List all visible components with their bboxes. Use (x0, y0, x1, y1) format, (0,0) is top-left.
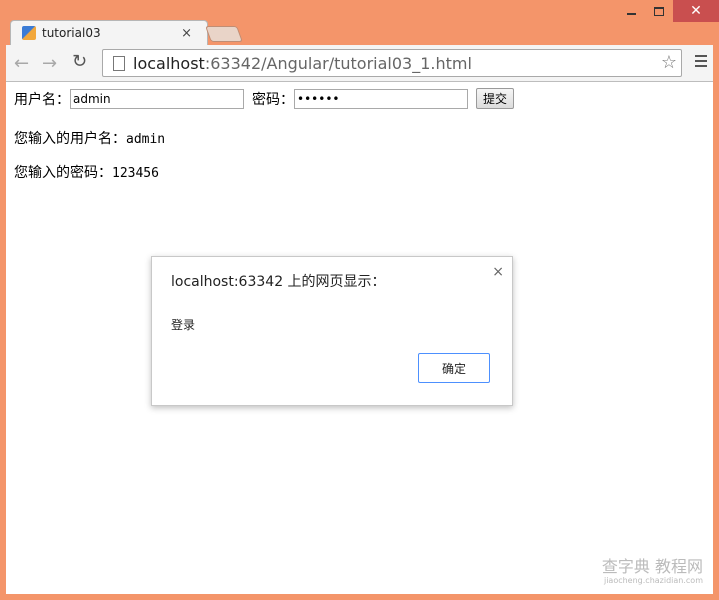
window-close-button[interactable]: ✕ (673, 0, 719, 22)
dialog-message: 登录 (171, 318, 196, 332)
webstorm-favicon-icon (22, 26, 36, 40)
submit-button[interactable]: 提交 (476, 88, 515, 109)
username-output-label: 您输入的用户名： (14, 131, 126, 147)
watermark-sub: jiaocheng.chazidian.com (603, 576, 703, 585)
address-bar[interactable]: localhost:63342/Angular/tutorial03_1.htm… (102, 49, 682, 77)
maximize-icon (654, 6, 664, 16)
password-output-value: 123456 (112, 166, 159, 181)
maximize-button[interactable] (645, 0, 673, 22)
username-output: 您输入的用户名：admin (14, 128, 165, 148)
password-input[interactable] (294, 88, 468, 109)
login-form: 用户名： 密码： 提交 (14, 88, 515, 109)
watermark: 查字典 教程网 jiaocheng.chazidian.com (602, 559, 703, 588)
password-output-label: 您输入的密码： (14, 165, 112, 181)
minimize-icon (626, 13, 636, 15)
alert-dialog: localhost:63342 上的网页显示： × 登录 确定 (151, 256, 513, 406)
url-path: :63342/Angular/tutorial03_1.html (204, 53, 472, 73)
username-label: 用户名： (14, 91, 70, 108)
browser-tab-content: tutorial03 × (10, 21, 200, 45)
browser-toolbar: ← → ↻ localhost:63342/Angular/tutorial03… (6, 45, 713, 82)
tab-title: tutorial03 (42, 26, 101, 40)
chrome-menu-icon[interactable] (695, 55, 707, 70)
page-icon (113, 55, 125, 71)
username-output-value: admin (126, 132, 166, 147)
back-arrow-icon[interactable]: ← (14, 53, 29, 74)
browser-window: ✕ tutorial03 × ← → ↻ localhost:63342/Ang… (0, 0, 719, 600)
password-label: 密码： (252, 91, 294, 108)
forward-arrow-icon[interactable]: → (42, 53, 57, 74)
password-output: 您输入的密码：123456 (14, 162, 159, 182)
url-host: localhost (133, 53, 205, 73)
dialog-title: localhost:63342 上的网页显示： (171, 274, 386, 290)
username-input[interactable] (70, 88, 244, 109)
tab-close-icon[interactable]: × (181, 26, 192, 41)
new-tab-button[interactable] (205, 26, 243, 42)
reload-icon[interactable]: ↻ (72, 51, 87, 72)
bookmark-star-icon[interactable]: ☆ (661, 52, 677, 73)
dialog-close-icon[interactable]: × (492, 264, 504, 280)
url-text: localhost:63342/Angular/tutorial03_1.htm… (133, 54, 472, 73)
minimize-button[interactable] (617, 0, 645, 22)
ok-button[interactable]: 确定 (418, 353, 490, 383)
close-icon: ✕ (690, 3, 702, 19)
window-controls: ✕ (617, 0, 719, 22)
page-content: 用户名： 密码： 提交 您输入的用户名：admin 您输入的密码：123456 … (6, 82, 713, 594)
